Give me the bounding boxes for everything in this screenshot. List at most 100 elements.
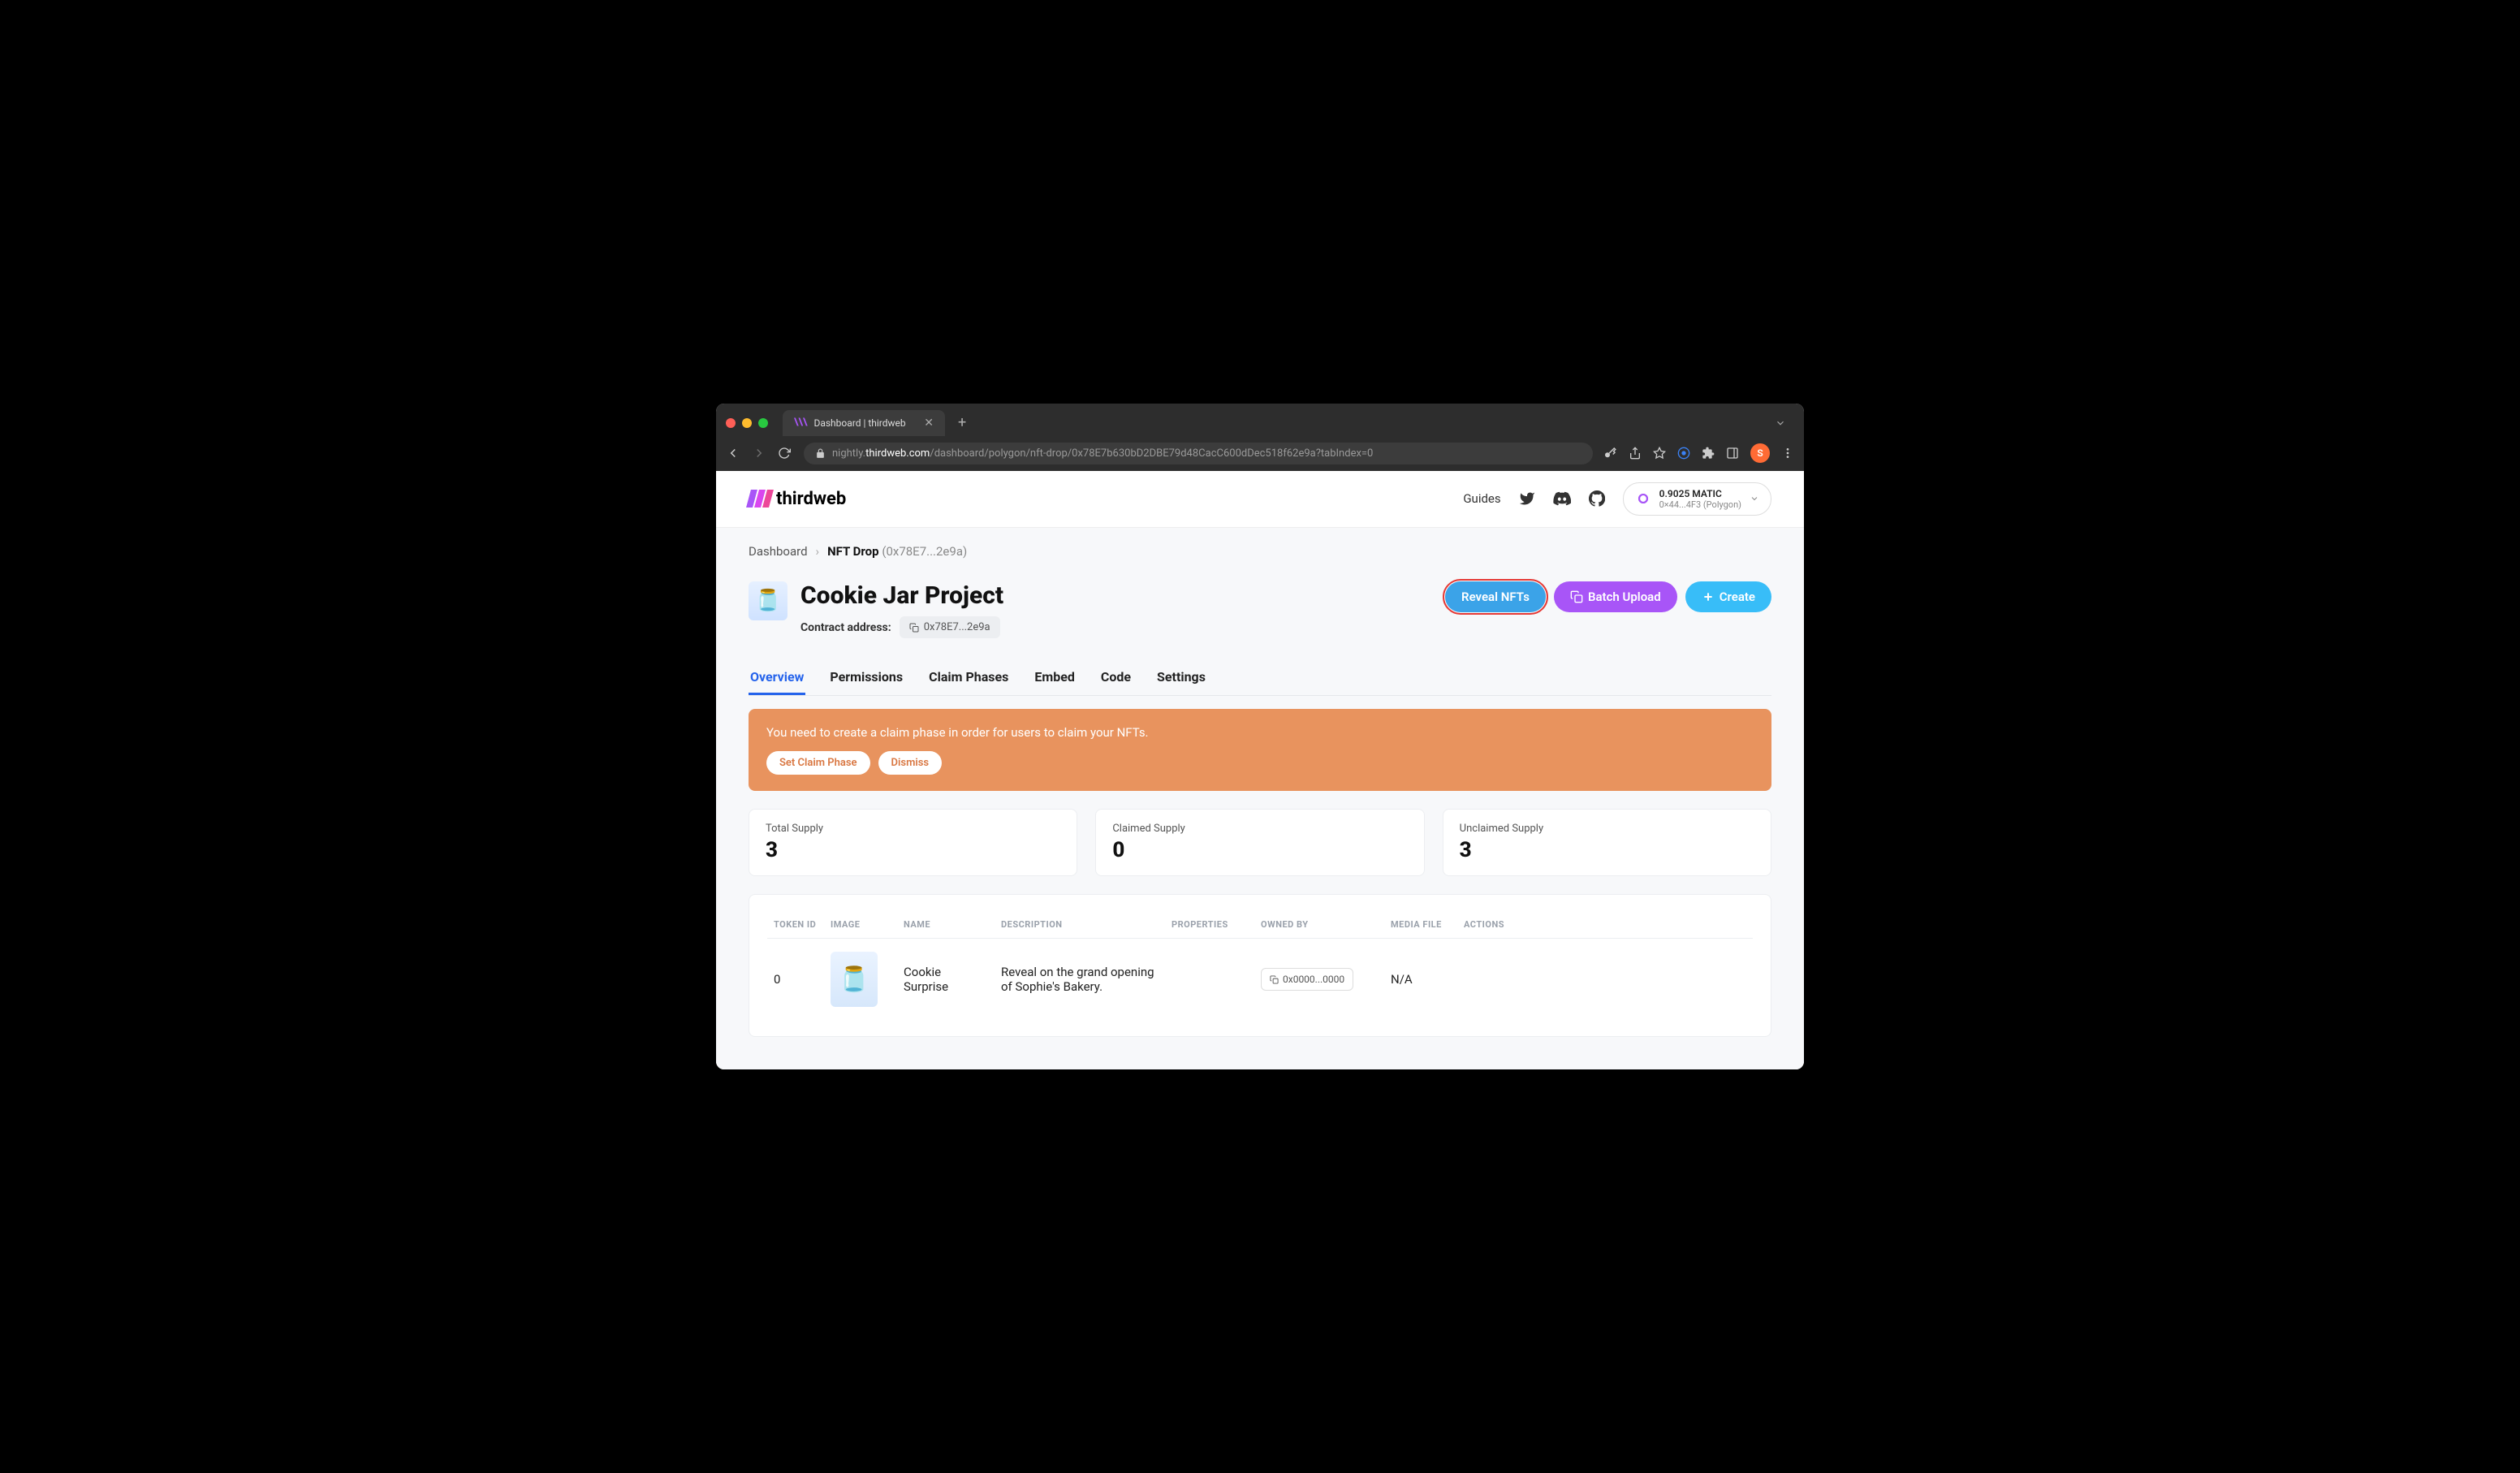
nft-table-card: TOKEN ID IMAGE NAME DESCRIPTION PROPERTI… xyxy=(749,894,1771,1037)
header-links: Guides 0.9025 MATIC 0×44...4F3 (Po xyxy=(1463,482,1771,516)
stat-value: 0 xyxy=(1112,838,1407,862)
app-content: thirdweb Guides 0.9025 M xyxy=(716,471,1804,1070)
contract-address-value: 0x78E7...2e9a xyxy=(924,621,990,633)
cell-name: Cookie Surprise xyxy=(897,939,995,1021)
browser-chrome: \\\ Dashboard | thirdweb ✕ + xyxy=(716,404,1804,471)
owned-by-chip[interactable]: 0x0000...0000 xyxy=(1261,968,1353,991)
tab-code[interactable]: Code xyxy=(1099,661,1133,695)
tab-permissions[interactable]: Permissions xyxy=(828,661,904,695)
breadcrumb-current: NFT Drop (0x78E7...2e9a) xyxy=(827,544,967,559)
tab-bar: \\\ Dashboard | thirdweb ✕ + xyxy=(716,404,1804,436)
reveal-nfts-button[interactable]: Reveal NFTs xyxy=(1445,581,1546,612)
cell-image: 🫙 xyxy=(824,939,897,1021)
cell-owned-by: 0x0000...0000 xyxy=(1254,939,1384,1021)
head-actions: Reveal NFTs Batch Upload Create xyxy=(1445,581,1771,612)
page-title: Cookie Jar Project xyxy=(800,581,1003,610)
profile-avatar[interactable]: S xyxy=(1750,443,1770,463)
copy-icon xyxy=(909,623,919,633)
wallet-text: 0.9025 MATIC 0×44...4F3 (Polygon) xyxy=(1659,488,1741,511)
traffic-lights xyxy=(726,418,768,428)
breadcrumb-separator-icon: › xyxy=(816,544,820,559)
stats-row: Total Supply 3 Claimed Supply 0 Unclaime… xyxy=(749,809,1771,876)
chevron-down-icon xyxy=(1750,494,1759,503)
stat-label: Unclaimed Supply xyxy=(1460,823,1754,835)
lock-icon xyxy=(815,448,826,459)
wallet-selector[interactable]: 0.9025 MATIC 0×44...4F3 (Polygon) xyxy=(1623,482,1771,516)
th-description: DESCRIPTION xyxy=(995,911,1165,939)
guides-link[interactable]: Guides xyxy=(1463,491,1500,506)
breadcrumb-hash: (0x78E7...2e9a) xyxy=(882,544,967,559)
th-actions: ACTIONS xyxy=(1457,911,1753,939)
wallet-address: 0×44...4F3 (Polygon) xyxy=(1659,499,1741,510)
cell-media-file: N/A xyxy=(1384,939,1457,1021)
stat-value: 3 xyxy=(766,838,1060,862)
breadcrumb: Dashboard › NFT Drop (0x78E7...2e9a) xyxy=(749,544,1771,559)
avatar-letter: S xyxy=(1757,447,1763,459)
alert-message: You need to create a claim phase in orde… xyxy=(766,725,1754,740)
browser-tab[interactable]: \\\ Dashboard | thirdweb ✕ xyxy=(783,410,945,436)
copy-icon xyxy=(1270,975,1279,984)
set-claim-phase-button[interactable]: Set Claim Phase xyxy=(766,751,870,775)
tab-embed[interactable]: Embed xyxy=(1033,661,1077,695)
nft-table: TOKEN ID IMAGE NAME DESCRIPTION PROPERTI… xyxy=(767,911,1753,1020)
tab-claim-phases[interactable]: Claim Phases xyxy=(927,661,1010,695)
th-media-file: MEDIA FILE xyxy=(1384,911,1457,939)
brand-name: thirdweb xyxy=(776,489,846,509)
new-tab-button[interactable]: + xyxy=(951,411,973,434)
extensions-icon[interactable] xyxy=(1702,447,1715,460)
page-head: 🫙 Cookie Jar Project Contract address: 0… xyxy=(749,581,1771,638)
tab-expand-icon[interactable] xyxy=(1767,414,1794,432)
table-row: 0 🫙 Cookie Surprise Reveal on the grand … xyxy=(767,939,1753,1021)
address-bar[interactable]: nightly.thirdweb.com/dashboard/polygon/n… xyxy=(804,443,1593,464)
tab-favicon-icon: \\\ xyxy=(794,417,807,429)
owned-by-value: 0x0000...0000 xyxy=(1283,974,1344,985)
stat-label: Claimed Supply xyxy=(1112,823,1407,835)
twitter-icon[interactable] xyxy=(1519,490,1535,507)
create-button[interactable]: Create xyxy=(1685,581,1771,612)
table-header-row: TOKEN ID IMAGE NAME DESCRIPTION PROPERTI… xyxy=(767,911,1753,939)
record-icon[interactable] xyxy=(1677,447,1690,460)
stat-unclaimed-supply: Unclaimed Supply 3 xyxy=(1443,809,1771,876)
window-minimize-button[interactable] xyxy=(742,418,752,428)
project-icon: 🫙 xyxy=(749,581,788,620)
window-close-button[interactable] xyxy=(726,418,736,428)
panel-icon[interactable] xyxy=(1726,447,1739,460)
wallet-balance: 0.9025 MATIC xyxy=(1659,488,1741,499)
github-icon[interactable] xyxy=(1589,490,1605,507)
share-icon[interactable] xyxy=(1629,447,1642,460)
stat-total-supply: Total Supply 3 xyxy=(749,809,1077,876)
key-icon[interactable] xyxy=(1603,446,1617,460)
star-icon[interactable] xyxy=(1653,447,1666,460)
tab-settings[interactable]: Settings xyxy=(1155,661,1207,695)
tab-close-icon[interactable]: ✕ xyxy=(924,417,934,430)
toolbar-icons: S xyxy=(1603,443,1794,463)
url-text: nightly.thirdweb.com/dashboard/polygon/n… xyxy=(832,447,1373,460)
contract-row: Contract address: 0x78E7...2e9a xyxy=(800,616,1003,638)
browser-window: \\\ Dashboard | thirdweb ✕ + xyxy=(716,404,1804,1070)
th-token-id: TOKEN ID xyxy=(767,911,824,939)
stat-value: 3 xyxy=(1460,838,1754,862)
breadcrumb-root[interactable]: Dashboard xyxy=(749,544,808,559)
tabs-row: Overview Permissions Claim Phases Embed … xyxy=(749,661,1771,696)
app-header: thirdweb Guides 0.9025 M xyxy=(716,471,1804,529)
th-name: NAME xyxy=(897,911,995,939)
menu-icon[interactable] xyxy=(1781,447,1794,460)
logo-mark-icon xyxy=(749,490,771,508)
forward-icon[interactable] xyxy=(752,446,768,460)
batch-upload-button[interactable]: Batch Upload xyxy=(1554,581,1677,612)
alert-actions: Set Claim Phase Dismiss xyxy=(766,751,1754,775)
window-maximize-button[interactable] xyxy=(758,418,768,428)
contract-address-chip[interactable]: 0x78E7...2e9a xyxy=(900,616,1000,638)
th-properties: PROPERTIES xyxy=(1165,911,1254,939)
copy-icon xyxy=(1570,590,1583,603)
project-meta: Cookie Jar Project Contract address: 0x7… xyxy=(800,581,1003,638)
address-bar-row: nightly.thirdweb.com/dashboard/polygon/n… xyxy=(716,436,1804,471)
reload-icon[interactable] xyxy=(778,447,794,460)
dismiss-button[interactable]: Dismiss xyxy=(878,751,943,775)
th-owned-by: OWNED BY xyxy=(1254,911,1384,939)
brand-logo[interactable]: thirdweb xyxy=(749,489,846,509)
tab-overview[interactable]: Overview xyxy=(749,661,805,695)
back-icon[interactable] xyxy=(726,446,742,460)
discord-icon[interactable] xyxy=(1553,490,1571,508)
plus-icon xyxy=(1702,590,1715,603)
